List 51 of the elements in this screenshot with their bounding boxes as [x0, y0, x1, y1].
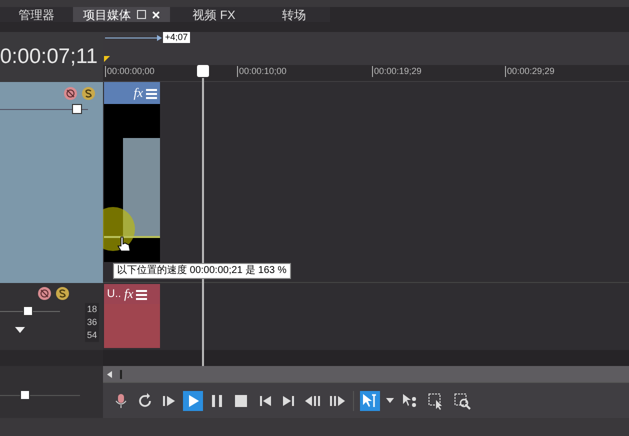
pan-marker-icon[interactable]	[15, 327, 25, 333]
timecode: 0:00:07;11	[0, 44, 98, 70]
audio-clip[interactable]: U.. fx	[104, 284, 160, 348]
meter-scale-label: 54	[86, 329, 97, 342]
offset-arrow	[105, 35, 163, 41]
master-slider-track[interactable]	[0, 390, 80, 400]
scroll-thumb[interactable]	[120, 370, 122, 378]
hand-cursor-icon	[117, 236, 131, 252]
panel-tab[interactable]: 项目媒体	[73, 7, 170, 22]
panel-tab[interactable]: 视频 FX	[170, 7, 258, 22]
menu-icon[interactable]	[146, 88, 157, 98]
edit-tool-button[interactable]	[360, 390, 380, 410]
selection-tool-icon	[427, 392, 445, 410]
scroll-left-icon[interactable]	[107, 370, 112, 378]
dropdown-caret-icon[interactable]	[386, 398, 394, 403]
close-icon[interactable]	[152, 10, 160, 18]
menu-icon[interactable]	[136, 288, 148, 300]
volume-slider-track[interactable]	[0, 104, 88, 114]
horizontal-scrollbar[interactable]	[103, 366, 629, 382]
tooltip: 以下位置的速度 00:00:00;21 是 163 %	[113, 263, 291, 279]
volume-slider-track[interactable]	[0, 306, 60, 316]
ruler-time-label: 00:00:19;29	[372, 66, 422, 77]
zoom-tool-icon	[453, 392, 471, 410]
video-clip[interactable]: fx	[104, 82, 160, 262]
speed-envelope-line[interactable]	[104, 236, 160, 238]
fx-label[interactable]: fx	[124, 284, 134, 304]
playhead-handle[interactable]	[197, 65, 209, 77]
marker-flag-icon[interactable]	[104, 56, 110, 62]
edit-tool-icon	[361, 392, 379, 410]
mute-icon[interactable]	[64, 87, 77, 100]
clip-name: U..	[107, 286, 122, 302]
solo-icon[interactable]	[56, 287, 69, 300]
ruler-time-label: 00:00:00;00	[105, 66, 155, 77]
fx-label[interactable]: fx	[134, 83, 143, 103]
zoom-tool-button[interactable]	[452, 390, 472, 410]
ruler-time-label: 00:00:29;29	[505, 66, 555, 77]
mute-icon[interactable]	[38, 287, 51, 300]
envelope-tool-icon	[401, 392, 419, 410]
loop-icon	[136, 392, 154, 410]
meter-scale-label: 18	[86, 303, 97, 316]
ruler-time-label: 00:00:10;00	[237, 66, 287, 77]
volume-slider-thumb[interactable]	[23, 306, 33, 316]
meter-scale-label: 36	[86, 316, 97, 329]
master-slider-thumb[interactable]	[20, 390, 30, 400]
play-button[interactable]	[183, 390, 203, 410]
volume-slider-thumb[interactable]	[72, 104, 82, 114]
panel-tab[interactable]: 转场	[258, 7, 330, 22]
solo-icon[interactable]	[82, 87, 95, 100]
maximize-icon[interactable]	[137, 10, 146, 19]
offset-label: +4;07	[163, 32, 190, 43]
panel-tab[interactable]: 管理器	[0, 7, 73, 22]
